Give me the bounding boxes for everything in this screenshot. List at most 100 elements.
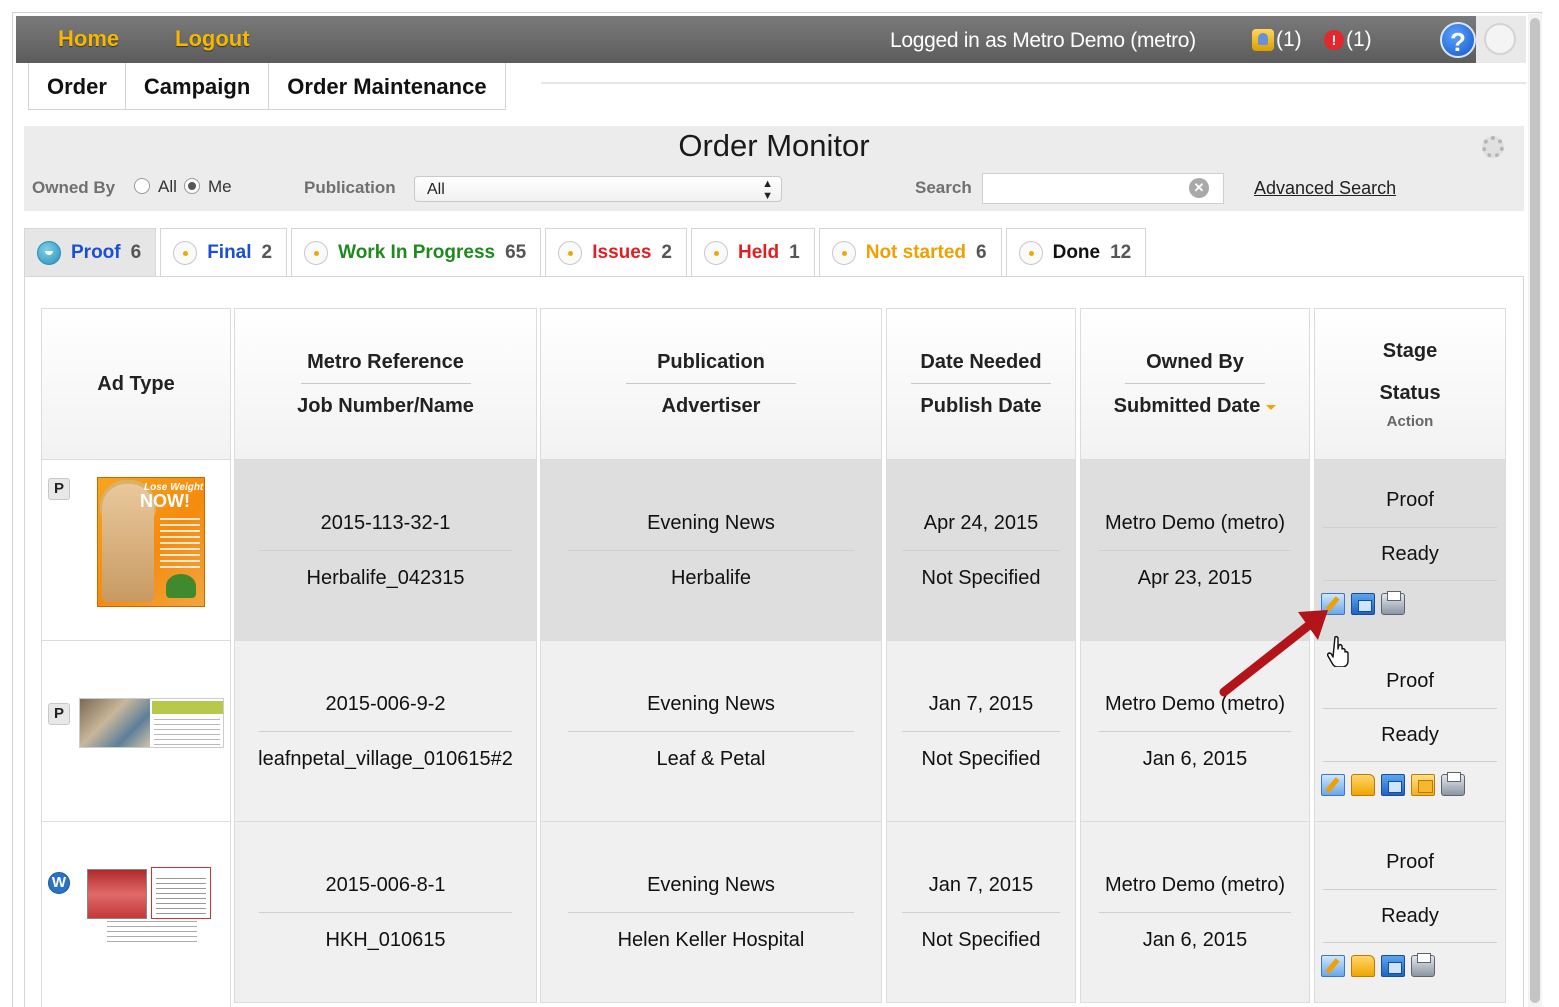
- header-divider: [626, 383, 796, 384]
- header-publication[interactable]: Publication Advertiser: [540, 308, 882, 460]
- edit-icon[interactable]: [1321, 593, 1345, 615]
- cell-stage: Proof: [1386, 489, 1434, 511]
- copy-icon[interactable]: [1381, 774, 1405, 796]
- tab-held[interactable]: Held 1: [690, 228, 815, 276]
- tab-work-in-progress-count: 65: [505, 241, 527, 263]
- header-publish-date-label: Publish Date: [920, 395, 1042, 417]
- owned-me-radio[interactable]: [184, 178, 200, 194]
- folders-icon[interactable]: [1411, 774, 1435, 796]
- cell-ref: 2015-006-8-1: [325, 873, 446, 896]
- header-owned-by[interactable]: Owned By Submitted Date: [1080, 308, 1310, 460]
- alert-button[interactable]: ! (1): [1324, 28, 1372, 52]
- table-row-ad-type[interactable]: W: [41, 822, 231, 1007]
- filter-panel: Order Monitor Owned By All Me Publicatio…: [24, 126, 1524, 211]
- print-icon[interactable]: [1411, 953, 1435, 977]
- cell-advertiser: Herbalife: [670, 566, 752, 589]
- tab-held-icon: [703, 240, 728, 265]
- edit-icon[interactable]: [1321, 774, 1345, 796]
- print-icon[interactable]: [1381, 591, 1405, 615]
- row-actions: [1321, 772, 1465, 796]
- scrollbar-thumb[interactable]: [1530, 18, 1540, 1003]
- table-row-ad-type[interactable]: P Lose Weight NOW!: [41, 460, 231, 641]
- cell-job: leafnpetal_village_010615#2: [258, 747, 513, 770]
- ad-thumbnail-herbalife[interactable]: Lose Weight NOW!: [97, 477, 205, 607]
- cell-divider: [259, 911, 512, 913]
- table-row-dates[interactable]: Jan 7, 2015 Not Specified: [886, 822, 1076, 1003]
- ad-thumbnail-leaf-petal[interactable]: [79, 698, 224, 748]
- table-row-owner[interactable]: Metro Demo (metro) Jan 6, 2015: [1080, 822, 1310, 1003]
- row-actions: [1321, 591, 1405, 615]
- tab-done-count: 12: [1110, 241, 1132, 263]
- thumbnail-panel-right: [151, 867, 211, 919]
- cell-divider: [902, 911, 1060, 913]
- clear-search-icon[interactable]: ✕: [1189, 178, 1209, 198]
- home-link[interactable]: Home: [58, 26, 119, 52]
- status-circle-icon[interactable]: [1484, 23, 1516, 55]
- cell-stage: Proof: [1386, 670, 1434, 692]
- tab-issues[interactable]: Issues 2: [545, 228, 687, 276]
- thumbnail-text-lines: [154, 719, 220, 745]
- cell-publication: Evening News: [647, 873, 775, 896]
- ad-thumbnail-hkh[interactable]: [87, 867, 212, 947]
- cell-divider: [902, 730, 1060, 732]
- tab-done[interactable]: Done 12: [1005, 228, 1147, 276]
- tab-issues-icon: [558, 240, 583, 265]
- gear-icon[interactable]: [1482, 136, 1504, 158]
- tab-not-started[interactable]: Not started 6: [818, 228, 1002, 276]
- table-row-reference[interactable]: 2015-006-9-2 leafnpetal_village_010615#2: [234, 641, 537, 822]
- edit-icon[interactable]: [1321, 955, 1345, 977]
- thumbnail-panel-left: [87, 869, 147, 919]
- owned-all-radio[interactable]: [134, 178, 150, 194]
- table-row-stage: Proof Ready: [1314, 641, 1506, 822]
- copy-icon[interactable]: [1351, 593, 1375, 615]
- menu-tab-order-maintenance[interactable]: Order Maintenance: [269, 63, 506, 110]
- table-row-reference[interactable]: 2015-113-32-1 Herbalife_042315: [234, 460, 537, 641]
- cell-status: Ready: [1381, 724, 1439, 746]
- folder-icon[interactable]: [1351, 955, 1375, 977]
- cell-ref: 2015-113-32-1: [320, 511, 451, 534]
- table-row-publication[interactable]: Evening News Helen Keller Hospital: [540, 822, 882, 1003]
- advanced-search-link[interactable]: Advanced Search: [1254, 178, 1396, 199]
- table-row-owner[interactable]: Metro Demo (metro) Apr 23, 2015: [1080, 460, 1310, 641]
- table-row-dates[interactable]: Jan 7, 2015 Not Specified: [886, 641, 1076, 822]
- print-icon[interactable]: [1441, 772, 1465, 796]
- alert-count: (1): [1346, 28, 1372, 51]
- folder-icon[interactable]: [1351, 774, 1375, 796]
- table-row-ad-type[interactable]: P: [41, 641, 231, 822]
- copy-icon[interactable]: [1381, 955, 1405, 977]
- cell-owned-by: Metro Demo (metro): [1104, 873, 1286, 896]
- cell-divider: [568, 549, 854, 551]
- notification-bell-button[interactable]: (1): [1252, 28, 1302, 52]
- thumbnail-text-lines: [160, 518, 200, 572]
- menu-tab-order[interactable]: Order: [28, 63, 126, 110]
- owned-all-label: All: [158, 177, 177, 196]
- tab-final[interactable]: Final 2: [160, 228, 288, 276]
- help-icon[interactable]: ?: [1440, 22, 1476, 58]
- stage-tabs: Proof 6 Final 2 Work In Progress 65 Issu…: [24, 228, 1147, 276]
- header-stage[interactable]: Stage Status Action: [1314, 308, 1506, 460]
- table-row-publication[interactable]: Evening News Herbalife: [540, 460, 882, 641]
- header-ad-type-label: Ad Type: [97, 373, 175, 395]
- sort-descending-icon[interactable]: [1266, 405, 1277, 411]
- cell-divider: [1323, 761, 1497, 762]
- header-metro-reference[interactable]: Metro Reference Job Number/Name: [234, 308, 537, 460]
- table-row-dates[interactable]: Apr 24, 2015 Not Specified: [886, 460, 1076, 641]
- cell-submitted: Jan 6, 2015: [1142, 928, 1248, 951]
- menu-tab-campaign[interactable]: Campaign: [125, 63, 270, 110]
- cell-submitted: Jan 6, 2015: [1142, 747, 1248, 770]
- tab-work-in-progress[interactable]: Work In Progress 65: [291, 228, 542, 276]
- row-actions: [1321, 953, 1435, 977]
- tab-proof-icon: [37, 240, 61, 265]
- tab-proof[interactable]: Proof 6: [24, 228, 157, 276]
- search-input[interactable]: [982, 173, 1224, 204]
- table-row-publication[interactable]: Evening News Leaf & Petal: [540, 641, 882, 822]
- tab-final-icon: [173, 240, 198, 265]
- header-ad-type[interactable]: Ad Type: [41, 308, 231, 460]
- logged-in-status: Logged in as Metro Demo (metro): [890, 29, 1196, 52]
- table-row-owner[interactable]: Metro Demo (metro) Jan 6, 2015: [1080, 641, 1310, 822]
- vertical-scrollbar[interactable]: [1528, 14, 1542, 1007]
- logout-link[interactable]: Logout: [175, 26, 250, 52]
- publication-select[interactable]: All ▲ ▼: [414, 176, 782, 202]
- table-row-reference[interactable]: 2015-006-8-1 HKH_010615: [234, 822, 537, 1003]
- header-date-needed[interactable]: Date Needed Publish Date: [886, 308, 1076, 460]
